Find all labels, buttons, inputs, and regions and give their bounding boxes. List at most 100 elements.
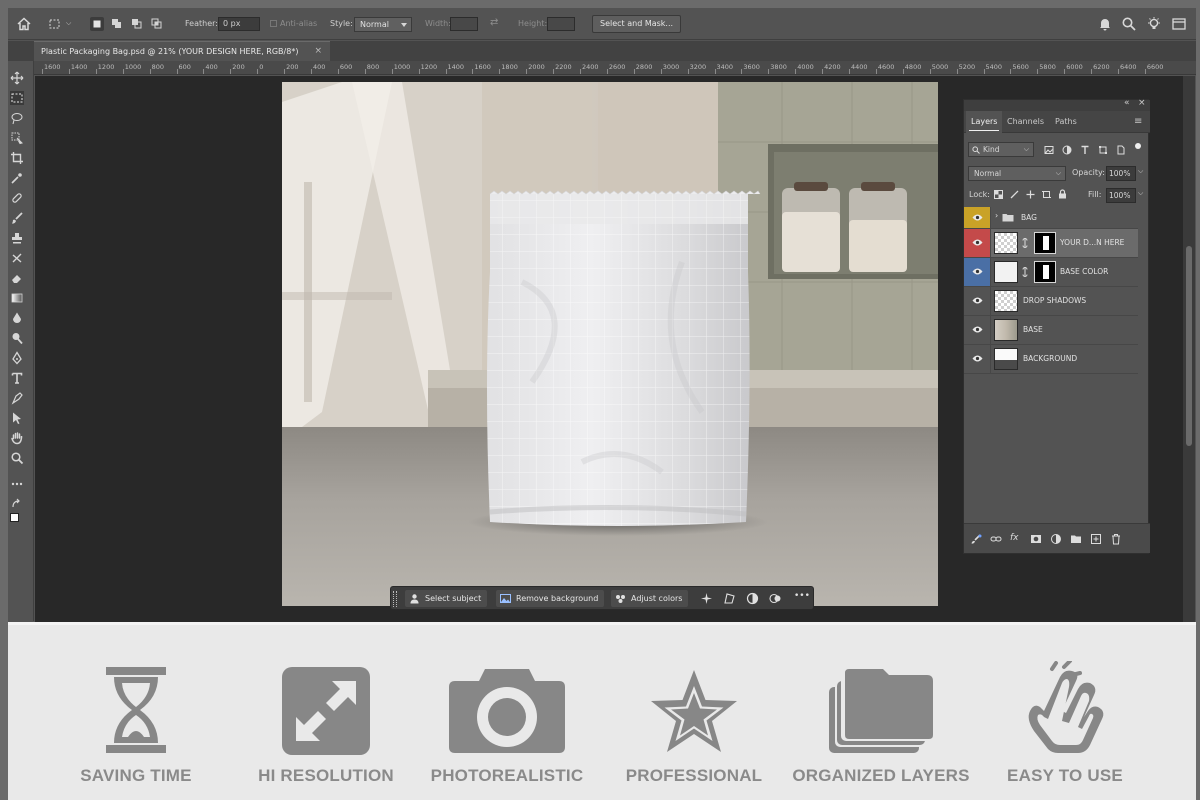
height-input[interactable] [547, 17, 575, 31]
new-selection-icon[interactable] [90, 17, 104, 31]
close-panel-icon[interactable]: × [1138, 98, 1146, 108]
layer-visibility-toggle[interactable] [964, 258, 991, 286]
layer-group-bag[interactable]: › BAG [964, 207, 1138, 229]
layer-drop-shadows[interactable]: DROP SHADOWS [964, 287, 1138, 316]
filter-kind-select[interactable]: Kind ⌵ [968, 142, 1034, 157]
mask-link-icon[interactable] [1020, 267, 1030, 277]
object-selection-tool-icon[interactable] [10, 131, 24, 145]
layer-visibility-toggle[interactable] [964, 229, 991, 257]
lock-artboard-icon[interactable] [1042, 190, 1051, 199]
foreground-color-swatch[interactable] [10, 513, 19, 522]
layer-background[interactable]: BACKGROUND [964, 345, 1138, 374]
pen-path-tool-icon[interactable] [10, 391, 24, 405]
hand-tool-icon[interactable] [10, 431, 24, 445]
lock-position-icon[interactable] [1026, 190, 1035, 199]
subtract-from-selection-icon[interactable] [130, 17, 144, 31]
workspace-window-icon[interactable] [1171, 16, 1187, 32]
filter-pixel-icon[interactable] [1044, 145, 1054, 155]
filter-smart-object-icon[interactable] [1116, 145, 1126, 155]
lock-brush-icon[interactable] [1010, 190, 1019, 199]
panel-menu-icon[interactable]: ≡ [1134, 111, 1142, 133]
home-icon[interactable] [16, 16, 32, 32]
generative-sparkle-icon[interactable] [700, 592, 713, 605]
new-group-folder-icon[interactable] [1070, 533, 1082, 545]
layer-your-design-here[interactable]: YOUR D...N HERE [964, 229, 1138, 258]
layer-mask-thumbnail[interactable] [1034, 232, 1056, 254]
tab-channels[interactable]: Channels [1002, 111, 1049, 133]
feather-input[interactable]: 0 px [218, 17, 260, 31]
group-visibility-toggle[interactable] [964, 207, 991, 228]
new-layer-icon[interactable] [1090, 533, 1102, 545]
filter-shape-icon[interactable] [1098, 145, 1108, 155]
select-and-mask-button[interactable]: Select and Mask... [592, 15, 682, 33]
zoom-tool-icon[interactable] [10, 451, 24, 465]
layer-visibility-toggle[interactable] [964, 287, 991, 315]
scrollbar-thumb[interactable] [1186, 246, 1192, 446]
swap-colors-icon[interactable] [10, 497, 24, 511]
layer-mask-thumbnail[interactable] [1034, 261, 1056, 283]
select-subject-button[interactable]: Select subject [405, 590, 488, 607]
adjustment-layer-icon[interactable] [769, 592, 782, 605]
vertical-scrollbar[interactable] [1183, 76, 1195, 622]
fill-input[interactable]: 100% [1106, 188, 1136, 203]
lasso-tool-icon[interactable] [10, 111, 24, 125]
group-expand-chevron-icon[interactable]: › [995, 211, 998, 220]
opacity-chevron-icon[interactable]: ⌵ [1138, 167, 1143, 176]
swap-dimensions-icon[interactable]: ⇄ [490, 17, 498, 28]
add-mask-icon[interactable] [1030, 533, 1042, 545]
edit-toolbar-more-icon[interactable] [10, 477, 24, 491]
type-tool-icon[interactable] [10, 371, 24, 385]
eyedropper-tool-icon[interactable] [10, 171, 24, 185]
document-canvas[interactable] [282, 82, 938, 606]
delete-layer-trash-icon[interactable] [1110, 533, 1122, 545]
tab-layers[interactable]: Layers [966, 111, 1003, 133]
rectangular-marquee-tool-icon[interactable] [10, 91, 24, 105]
antialias-checkbox[interactable]: Anti-alias [270, 19, 317, 28]
fx-layer-style-icon[interactable]: fx [1010, 533, 1022, 545]
preset-dropdown-chevron-icon[interactable]: ⌵ [66, 19, 71, 28]
discover-bulb-icon[interactable] [1146, 16, 1162, 32]
search-icon[interactable] [1121, 16, 1137, 32]
layer-visibility-toggle[interactable] [964, 345, 991, 373]
filter-adjustment-icon[interactable] [1062, 145, 1072, 155]
transform-icon[interactable] [723, 592, 736, 605]
opacity-input[interactable]: 100% [1106, 166, 1136, 181]
pen-tool-icon[interactable] [10, 351, 24, 365]
dodge-tool-icon[interactable] [10, 331, 24, 345]
history-brush-tool-icon[interactable] [10, 251, 24, 265]
filter-toggle-dot[interactable] [1135, 143, 1141, 149]
path-selection-tool-icon[interactable] [10, 411, 24, 425]
fill-chevron-icon[interactable]: ⌵ [1138, 189, 1143, 198]
more-options-icon[interactable]: ••• [794, 591, 810, 604]
collapse-panel-icon[interactable]: « [1124, 98, 1130, 108]
adjust-colors-button[interactable]: Adjust colors [611, 590, 689, 607]
layer-visibility-toggle[interactable] [964, 316, 991, 344]
layer-style-brush-icon[interactable] [970, 533, 982, 545]
new-adjustment-layer-icon[interactable] [1050, 533, 1062, 545]
lock-transparent-icon[interactable] [994, 190, 1003, 199]
crop-tool-icon[interactable] [10, 151, 24, 165]
width-input[interactable] [450, 17, 478, 31]
marquee-tool-preset-icon[interactable] [48, 17, 62, 31]
link-layers-icon[interactable] [990, 533, 1002, 545]
style-select[interactable]: Normal [354, 17, 412, 32]
clone-stamp-tool-icon[interactable] [10, 231, 24, 245]
gradient-tool-icon[interactable] [10, 291, 24, 305]
eraser-tool-icon[interactable] [10, 271, 24, 285]
add-to-selection-icon[interactable] [110, 17, 124, 31]
document-tab[interactable]: Plastic Packaging Bag.psd @ 21% (YOUR DE… [34, 41, 330, 61]
close-tab-icon[interactable]: × [314, 42, 322, 61]
taskbar-drag-handle[interactable] [393, 591, 397, 607]
move-tool-icon[interactable] [10, 71, 24, 85]
brush-tool-icon[interactable] [10, 211, 24, 225]
lock-all-icon[interactable] [1058, 189, 1067, 199]
remove-background-button[interactable]: Remove background [496, 590, 605, 607]
layer-base-color[interactable]: BASE COLOR [964, 258, 1138, 287]
mask-circle-icon[interactable] [746, 592, 759, 605]
spot-healing-brush-tool-icon[interactable] [10, 191, 24, 205]
filter-type-icon[interactable] [1080, 145, 1090, 155]
blur-tool-icon[interactable] [10, 311, 24, 325]
mask-link-icon[interactable] [1020, 238, 1030, 248]
intersect-selection-icon[interactable] [150, 17, 164, 31]
notifications-bell-icon[interactable] [1097, 16, 1113, 32]
